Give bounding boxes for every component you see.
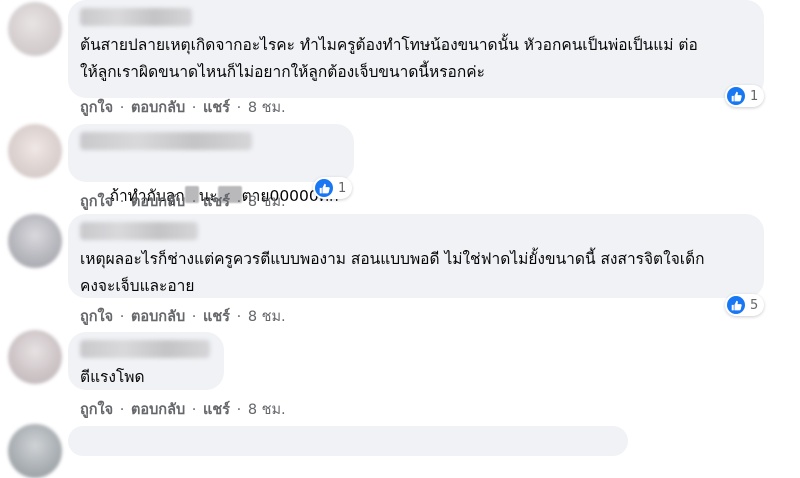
comment-actions: ถูกใจ · ตอบกลับ · แชร์ · 8 ชม. [80,398,288,421]
commenter-name-blurred[interactable] [80,340,210,358]
separator: · [119,402,125,418]
comment-actions: ถูกใจ · ตอบกลับ · แชร์ · 8 ชม. [80,96,288,119]
reaction-count: 1 [338,180,347,196]
reply-link[interactable]: ตอบกลับ [131,309,185,325]
separator: · [119,309,125,325]
comment-actions: ถูกใจ · ตอบกลับ · แชร์ · 8 ชม. [80,190,288,213]
like-reaction-icon [315,179,333,197]
reply-link[interactable]: ตอบกลับ [131,100,185,116]
avatar[interactable] [8,330,62,384]
like-link[interactable]: ถูกใจ [80,194,113,210]
commenter-name-blurred[interactable] [80,222,198,240]
separator: · [236,309,242,325]
share-link[interactable]: แชร์ [203,194,230,210]
comment-actions: ถูกใจ · ตอบกลับ · แชร์ · 8 ชม. [80,305,288,328]
share-link[interactable]: แชร์ [203,402,230,418]
comment-text: ตีแรงโพด [80,368,145,386]
separator: · [236,402,242,418]
separator: · [119,100,125,116]
separator: · [191,194,197,210]
separator: · [191,402,197,418]
comment-bubble: เหตุผลอะไรก็ช่างแต่ครูควรตีแบบพองาม สอนแ… [68,214,764,298]
separator: · [191,100,197,116]
separator: · [119,194,125,210]
like-reaction-icon [727,296,745,314]
share-link[interactable]: แชร์ [203,309,230,325]
separator: · [191,309,197,325]
reaction-count-badge[interactable]: 1 [725,85,765,107]
avatar[interactable] [8,124,62,178]
avatar[interactable] [8,214,62,268]
like-reaction-icon [727,87,745,105]
reply-link[interactable]: ตอบกลับ [131,402,185,418]
reaction-count: 5 [750,297,759,313]
reply-link[interactable]: ตอบกลับ [131,194,185,210]
like-link[interactable]: ถูกใจ [80,309,113,325]
avatar[interactable] [8,2,62,56]
commenter-name-blurred[interactable] [80,8,192,26]
reaction-count-badge[interactable]: 1 [313,177,353,199]
timestamp[interactable]: 8 ชม. [248,309,286,325]
share-link[interactable]: แชร์ [203,100,230,116]
reaction-count-badge[interactable]: 5 [725,294,765,316]
comment-text: ต้นสายปลายเหตุเกิดจากอะไรคะ ทำไมครูต้องท… [80,36,698,81]
separator: · [236,100,242,116]
comment-bubble [68,426,628,456]
comment-text: เหตุผลอะไรก็ช่างแต่ครูควรตีแบบพองาม สอนแ… [80,250,705,295]
timestamp[interactable]: 8 ชม. [248,194,286,210]
comment-bubble: ตีแรงโพด [68,332,224,390]
commenter-name-blurred[interactable] [80,132,252,150]
comment-bubble: ถ้าทำกับลูกนะตาย00000คักเด้อ [68,124,354,232]
timestamp[interactable]: 8 ชม. [248,402,286,418]
reaction-count: 1 [750,88,759,104]
avatar[interactable] [8,424,62,478]
comment-bubble: ต้นสายปลายเหตุเกิดจากอะไรคะ ทำไมครูต้องท… [68,0,764,98]
like-link[interactable]: ถูกใจ [80,100,113,116]
like-link[interactable]: ถูกใจ [80,402,113,418]
separator: · [236,194,242,210]
timestamp[interactable]: 8 ชม. [248,100,286,116]
